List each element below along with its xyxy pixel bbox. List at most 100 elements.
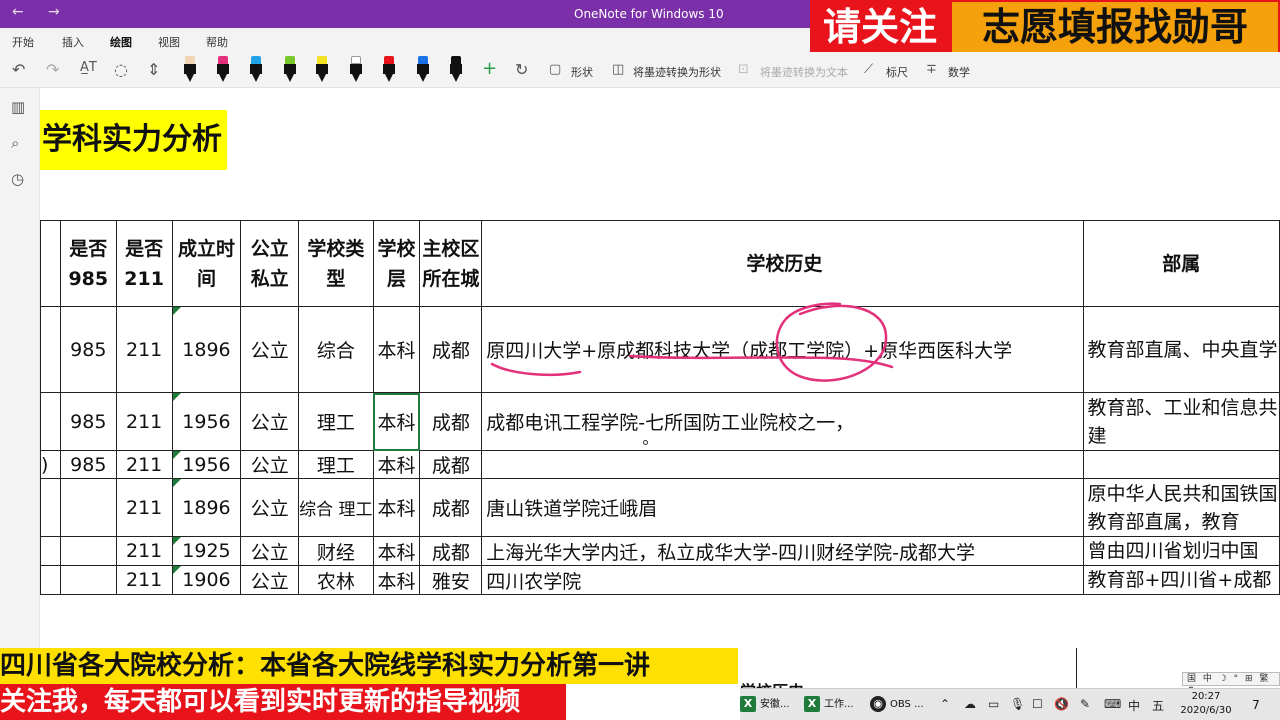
keyboard-icon[interactable]: ⌨ bbox=[1104, 697, 1121, 711]
tab-view[interactable]: 视图 bbox=[158, 34, 180, 50]
cell-level[interactable]: 本科 bbox=[372, 450, 421, 479]
note-page[interactable]: 学科实力分析 是否985 是否211 成立时间 公立私立 学校类型 学校层 主校… bbox=[40, 88, 1280, 648]
pen-tool-2[interactable] bbox=[217, 56, 229, 82]
row-prefix[interactable] bbox=[40, 478, 61, 537]
input-switch-icon[interactable]: ☐ bbox=[1032, 697, 1043, 711]
cell-is211[interactable]: 211 bbox=[115, 536, 173, 566]
header-level[interactable]: 学校层 bbox=[372, 220, 421, 307]
redo-icon[interactable]: ↷ bbox=[46, 60, 59, 79]
cell-school-type[interactable]: 综合 bbox=[298, 306, 374, 393]
header-is211[interactable]: 是否211 bbox=[115, 220, 173, 307]
cell-is985[interactable]: 985 bbox=[59, 392, 117, 451]
ink-replay-icon[interactable]: ↻ bbox=[515, 60, 528, 79]
cell-campus-city[interactable]: 成都 bbox=[419, 536, 483, 566]
tab-insert[interactable]: 插入 bbox=[62, 34, 84, 50]
header-campus-city[interactable]: 主校区所在城 bbox=[419, 220, 483, 307]
cell-school-type[interactable]: 综合 理工 bbox=[298, 478, 374, 537]
tab-home[interactable]: 开始 bbox=[12, 34, 34, 50]
row-prefix[interactable] bbox=[40, 306, 61, 393]
ink-to-text-button[interactable]: 将墨迹转换为文本 bbox=[760, 64, 848, 80]
pen-tool-8[interactable] bbox=[450, 56, 462, 82]
text-select-icon[interactable]: A̲T bbox=[80, 60, 97, 75]
math-button[interactable]: 数学 bbox=[948, 64, 970, 80]
cell-public-private[interactable]: 公立 bbox=[240, 306, 300, 393]
cell-founded[interactable]: 1956 bbox=[171, 450, 242, 479]
cell-level[interactable]: 本科 bbox=[372, 478, 421, 537]
cell-campus-city[interactable]: 成都 bbox=[419, 478, 483, 537]
cell-school-type[interactable]: 农林 bbox=[298, 565, 374, 595]
pen-tool-7[interactable] bbox=[417, 56, 429, 82]
cell-public-private[interactable]: 公立 bbox=[240, 565, 300, 595]
taskbar-obs-app[interactable]: ◉ OBS ... bbox=[870, 695, 924, 715]
row-prefix[interactable] bbox=[40, 392, 61, 451]
cell-level[interactable]: 本科 bbox=[372, 306, 421, 393]
row-prefix[interactable] bbox=[40, 565, 61, 595]
cell-is211[interactable]: 211 bbox=[115, 392, 173, 451]
ime-layout-indicator[interactable]: 五 bbox=[1152, 697, 1164, 714]
ruler-button[interactable]: 标尺 bbox=[886, 64, 908, 80]
row-prefix[interactable]: ) bbox=[40, 450, 61, 479]
cell-school-type[interactable]: 理工 bbox=[298, 450, 374, 479]
cell-school-type[interactable]: 财经 bbox=[298, 536, 374, 566]
cell-history[interactable]: 成都电讯工程学院-七所国防工业院校之一， bbox=[481, 392, 1084, 451]
cell-is211[interactable]: 211 bbox=[115, 565, 173, 595]
microphone-icon[interactable]: 🎙 bbox=[1010, 697, 1025, 711]
header-founded[interactable]: 成立时间 bbox=[171, 220, 242, 307]
cell-public-private[interactable]: 公立 bbox=[240, 536, 300, 566]
undo-icon[interactable]: ↶ bbox=[12, 60, 25, 79]
cell-department[interactable]: 教育部、工业和信息共建 bbox=[1082, 392, 1280, 451]
cell-founded[interactable]: 1925 bbox=[171, 536, 242, 566]
cell-department[interactable]: 教育部+四川省+成都 bbox=[1082, 565, 1280, 595]
cell-history[interactable]: 原四川大学+原成都科技大学（成都工学院）+原华西医科大学 bbox=[481, 306, 1084, 393]
cell-is985[interactable] bbox=[59, 536, 117, 566]
cell-is211[interactable]: 211 bbox=[115, 450, 173, 479]
cell-public-private[interactable]: 公立 bbox=[240, 450, 300, 479]
header-history[interactable]: 学校历史 bbox=[481, 220, 1084, 307]
add-pen-icon[interactable]: + bbox=[482, 58, 497, 79]
header-is985[interactable]: 是否985 bbox=[59, 220, 117, 307]
onedrive-icon[interactable]: ☁ bbox=[964, 697, 976, 711]
ime-status-bar[interactable]: 国 中 ☽ ° ⊞ 繁 ⚙ bbox=[1182, 672, 1280, 696]
cell-is985[interactable]: 985 bbox=[59, 450, 117, 479]
forward-arrow-icon[interactable]: → bbox=[48, 4, 60, 20]
cell-history[interactable]: 唐山铁道学院迁峨眉 bbox=[481, 478, 1084, 537]
pen-workspace-icon[interactable]: ✎ bbox=[1080, 697, 1090, 711]
cell-is985[interactable] bbox=[59, 478, 117, 537]
cell-is211[interactable]: 211 bbox=[115, 478, 173, 537]
header-department[interactable]: 部属 bbox=[1082, 220, 1280, 307]
cell-campus-city[interactable]: 成都 bbox=[419, 450, 483, 479]
cell-founded[interactable]: 1896 bbox=[171, 478, 242, 537]
search-icon[interactable]: ⌕ bbox=[11, 134, 19, 152]
add-space-icon[interactable]: ⇕ bbox=[147, 60, 160, 79]
cell-level[interactable]: 本科 bbox=[372, 565, 421, 595]
cell-founded[interactable]: 1896 bbox=[171, 306, 242, 393]
ime-mode-indicator[interactable]: 中 bbox=[1128, 697, 1140, 714]
cell-founded[interactable]: 1956 bbox=[171, 392, 242, 451]
pen-tool-4[interactable] bbox=[284, 56, 296, 82]
cell-department[interactable]: 教育部直属、中央直学 bbox=[1082, 306, 1280, 393]
pen-tool-3[interactable] bbox=[250, 56, 262, 82]
cell-is985[interactable]: 985 bbox=[59, 306, 117, 393]
cell-campus-city[interactable]: 成都 bbox=[419, 392, 483, 451]
highlighter-tool[interactable] bbox=[316, 56, 328, 82]
show-hidden-icons-icon[interactable]: ⌃ bbox=[940, 697, 950, 711]
network-icon[interactable]: ▭ bbox=[988, 697, 999, 711]
cell-level-selected[interactable]: 本科 bbox=[372, 392, 421, 451]
cell-department[interactable]: 原中华人民共和国铁国教育部直属，教育 bbox=[1082, 478, 1280, 537]
cell-level[interactable]: 本科 bbox=[372, 536, 421, 566]
cell-history[interactable]: 上海光华大学内迁，私立成华大学-四川财经学院-成都大学 bbox=[481, 536, 1084, 566]
cell-is985[interactable] bbox=[59, 565, 117, 595]
mute-speaker-icon[interactable]: 🔇 bbox=[1054, 697, 1069, 711]
system-clock[interactable]: 20:27 2020/6/30 bbox=[1178, 690, 1234, 718]
shapes-button[interactable]: 形状 bbox=[571, 64, 593, 80]
pen-tool-5[interactable] bbox=[350, 56, 362, 82]
back-arrow-icon[interactable]: ← bbox=[12, 4, 24, 20]
taskbar-excel-app-2[interactable]: X 工作... bbox=[804, 695, 854, 715]
cell-campus-city[interactable]: 雅安 bbox=[419, 565, 483, 595]
cell-public-private[interactable]: 公立 bbox=[240, 478, 300, 537]
lasso-select-icon[interactable]: ◌ bbox=[114, 60, 128, 79]
tab-draw[interactable]: 绘图 bbox=[110, 34, 132, 54]
cell-department[interactable]: 曾由四川省划归中国 bbox=[1082, 536, 1280, 566]
cell-history[interactable] bbox=[481, 450, 1084, 479]
cell-department[interactable] bbox=[1082, 450, 1280, 479]
